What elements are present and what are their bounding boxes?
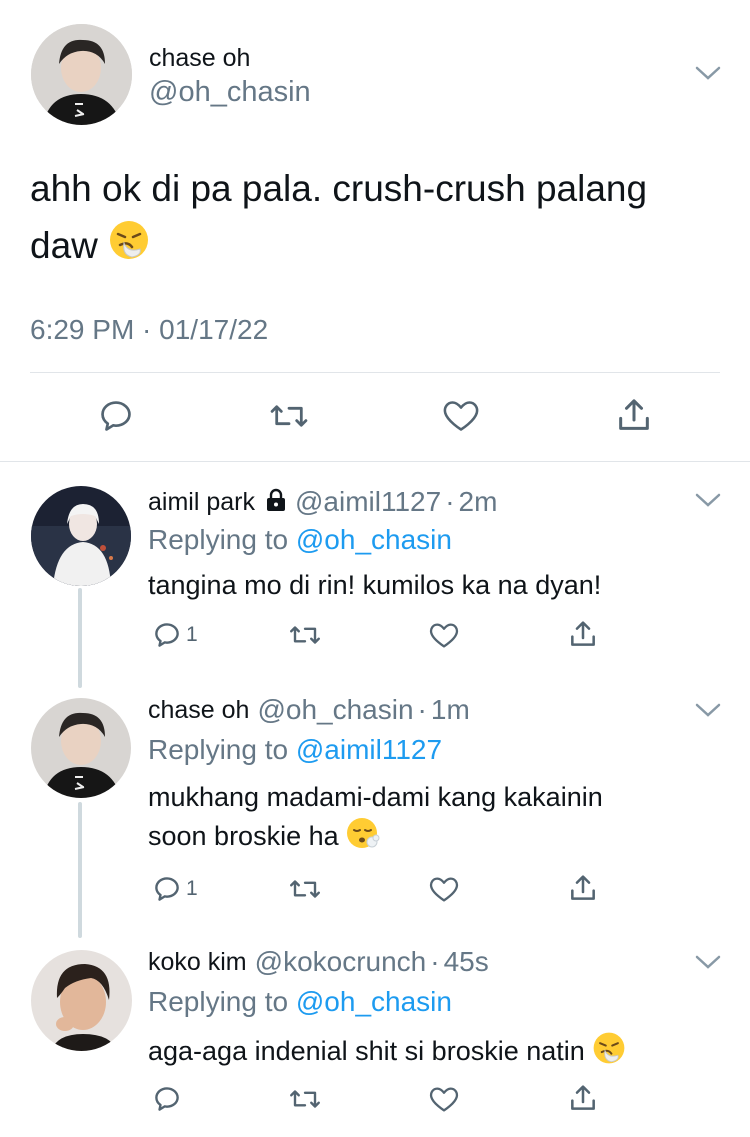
replying-label: Replying to [148,524,289,555]
reply-button[interactable]: 1 [152,874,198,904]
reply-button[interactable]: 1 [152,620,198,650]
replying-to-link[interactable]: @oh_chasin [296,524,452,555]
retweet-icon [290,880,320,898]
reply-header: chase oh @oh_chasin · 1m [148,694,470,726]
heart-icon [429,623,459,648]
author-name[interactable]: koko kim [148,948,247,977]
author-name[interactable]: chase oh [148,696,249,725]
chevron-down-icon[interactable] [693,63,723,83]
share-icon [571,1085,595,1110]
reply-tweet: koko kim @kokocrunch · 45s Replying to @… [0,942,750,1137]
share-button[interactable] [614,395,654,435]
sneezing-face-icon [108,219,150,277]
reply-text-line-wrap: soon broskie ha [148,816,718,860]
retweet-icon [290,1090,320,1108]
reply-text-line: soon broskie ha [148,821,339,852]
like-button[interactable] [441,398,481,434]
reply-icon [101,401,131,431]
dot-separator: · [445,486,455,517]
reply-time: 45s [443,946,489,977]
heart-icon [429,1087,459,1112]
reply-header: aimil park @aimil1127 · 2m [148,486,497,518]
avatar[interactable] [31,698,131,798]
divider [30,372,720,373]
replying-to-link[interactable]: @aimil1127 [296,734,442,765]
like-button[interactable] [428,621,460,650]
reply-text: aga-aga indenial shit si broskie natin [148,1031,728,1075]
share-button[interactable] [567,618,599,650]
reply-count: 1 [186,623,198,646]
author-handle[interactable]: @oh_chasin [149,76,311,109]
retweet-button[interactable] [269,397,309,435]
tweet-timestamp[interactable]: 6:29 PM · 01/17/22 [30,314,268,346]
share-button[interactable] [567,1082,599,1114]
share-icon [619,399,649,430]
replying-to: Replying to @aimil1127 [148,734,442,766]
author-name[interactable]: chase oh [149,44,250,73]
avatar[interactable] [31,486,131,586]
retweet-icon [290,626,320,644]
reply-header: koko kim @kokocrunch · 45s [148,946,489,978]
face-exhaling-icon [346,816,380,860]
reply-icon [155,1087,179,1111]
reply-button[interactable] [152,1084,182,1114]
reply-text-content: aga-aga indenial shit si broskie natin [148,1036,585,1067]
replying-to: Replying to @oh_chasin [148,986,452,1018]
reply-text: tangina mo di rin! kumilos ka na dyan! [148,570,602,600]
author-name[interactable]: aimil park [148,488,255,517]
chevron-down-icon[interactable] [693,490,723,510]
reply-icon [155,623,179,647]
retweet-icon [270,405,308,427]
like-button[interactable] [428,1085,460,1114]
chevron-down-icon[interactable] [693,952,723,972]
avatar[interactable] [31,24,132,125]
reply-text-line: mukhang madami-dami kang kakainin [148,782,603,812]
retweet-button[interactable] [288,620,322,650]
retweet-button[interactable] [288,874,322,904]
tweet-text: ahh ok di pa pala. crush-crush palang da… [30,160,720,277]
replying-label: Replying to [148,986,289,1017]
reply-text: mukhang madami-dami kang kakainin soon b… [148,778,718,860]
reply-icon [155,877,179,901]
reply-tweet: aimil park @aimil1127 · 2m Replying to @… [0,462,750,690]
heart-icon [429,877,459,902]
heart-icon [443,401,479,431]
lock-icon [265,488,287,517]
avatar[interactable] [31,950,132,1051]
reply-tweet: chase oh @oh_chasin · 1m Replying to @ai… [0,690,750,942]
reply-button[interactable] [97,397,135,435]
author-handle[interactable]: @aimil1127 [295,486,441,518]
dot-separator: · [430,946,440,977]
replying-to-link[interactable]: @oh_chasin [296,986,452,1017]
chevron-down-icon[interactable] [693,700,723,720]
replying-label: Replying to [148,734,289,765]
author-handle[interactable]: @oh_chasin [257,694,413,726]
share-button[interactable] [567,872,599,904]
share-icon [571,875,595,900]
like-button[interactable] [428,875,460,904]
main-tweet: chase oh @oh_chasin ahh ok di pa pala. c… [0,0,750,462]
dot-separator: · [417,694,427,725]
author-handle[interactable]: @kokocrunch [255,946,427,978]
reply-time: 2m [458,486,498,517]
share-icon [571,621,595,646]
reply-count: 1 [186,877,198,900]
reply-time: 1m [430,694,470,725]
sneezing-face-icon [592,1031,626,1075]
retweet-button[interactable] [288,1084,322,1114]
replying-to: Replying to @oh_chasin [148,524,452,556]
